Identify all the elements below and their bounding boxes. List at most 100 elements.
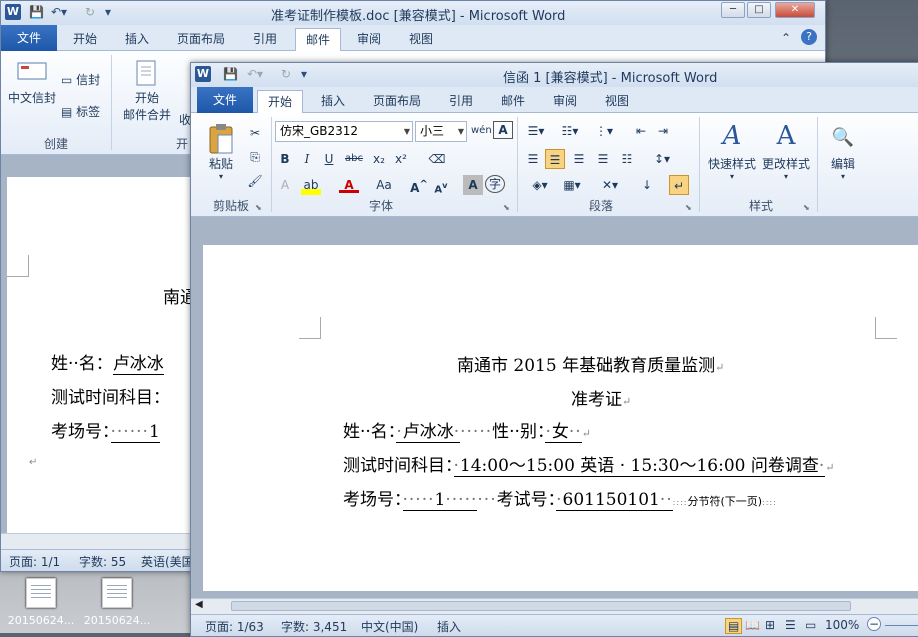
zoom-slider[interactable] (885, 625, 918, 626)
strikethrough-icon[interactable]: abc (341, 149, 367, 169)
borders-icon[interactable]: ▦▾ (559, 175, 585, 195)
web-layout-view-icon[interactable]: ⊞ (765, 618, 775, 632)
cut-icon[interactable]: ✂ (245, 123, 265, 143)
distributed-icon[interactable]: ☷ (617, 149, 637, 169)
dialog-launcher-icon[interactable]: ⬊ (685, 203, 692, 212)
shading-icon[interactable]: ◈▾ (527, 175, 553, 195)
tab-mailings[interactable]: 邮件 (491, 90, 535, 113)
decrease-indent-icon[interactable]: ⇤ (631, 121, 651, 141)
align-right-icon[interactable]: ☰ (569, 149, 589, 169)
dialog-launcher-icon[interactable]: ⬊ (255, 203, 262, 212)
close-button[interactable]: ✕ (775, 2, 815, 18)
dialog-launcher-icon[interactable]: ⬊ (503, 203, 510, 212)
scroll-left-icon[interactable]: ◀ (195, 599, 203, 610)
tab-review[interactable]: 审阅 (347, 28, 391, 51)
language-indicator[interactable]: 中文(中国) (361, 618, 418, 635)
full-screen-view-icon[interactable]: 📖 (745, 618, 760, 632)
tab-review[interactable]: 审阅 (543, 90, 587, 113)
show-hide-marks-icon[interactable]: ↵ (669, 175, 689, 195)
chinese-layout-icon[interactable]: ✕▾ (597, 175, 623, 195)
character-border-icon[interactable]: A (493, 121, 513, 139)
undo-icon[interactable]: ↶▾ (247, 67, 263, 81)
subscript-icon[interactable]: x₂ (369, 149, 389, 169)
increase-indent-icon[interactable]: ⇥ (653, 121, 673, 141)
redo-icon[interactable]: ↻ (85, 5, 95, 19)
tab-home[interactable]: 开始 (257, 90, 304, 114)
font-name-select[interactable]: 仿宋_GB2312 ▼ (275, 121, 413, 142)
align-center-icon[interactable]: ☰ (545, 149, 565, 169)
justify-icon[interactable]: ☰ (593, 149, 613, 169)
underline-icon[interactable]: U (319, 149, 339, 169)
numbering-icon[interactable]: ☷▾ (557, 121, 583, 141)
line-spacing-icon[interactable]: ↕▾ (649, 149, 675, 169)
word-count[interactable]: 字数: 3,451 (281, 618, 347, 635)
front-horizontal-scrollbar[interactable]: ◀ (191, 598, 918, 614)
redo-icon[interactable]: ↻ (281, 67, 291, 81)
maximize-button[interactable]: □ (747, 2, 771, 18)
change-styles-button[interactable]: A 更改样式 ▾ (759, 121, 813, 181)
page-count[interactable]: 页面: 1/1 (9, 553, 60, 570)
draft-view-icon[interactable]: ▭ (805, 618, 816, 632)
editing-button[interactable]: 🔍 编辑 ▾ (823, 121, 863, 181)
envelope-button[interactable]: ▭ 信封 (61, 71, 100, 88)
zoom-level[interactable]: 100% (825, 618, 859, 632)
tab-page-layout[interactable]: 页面布局 (363, 90, 431, 113)
word-count[interactable]: 字数: 55 (79, 553, 126, 570)
collapse-ribbon-icon[interactable]: ⌃ (781, 31, 791, 45)
character-shading-icon[interactable]: A (463, 175, 483, 195)
save-icon[interactable]: 💾 (223, 67, 238, 81)
shrink-font-icon[interactable]: Av (431, 175, 451, 195)
superscript-icon[interactable]: x² (391, 149, 411, 169)
page-count[interactable]: 页面: 1/63 (205, 618, 264, 635)
tab-insert[interactable]: 插入 (115, 28, 159, 51)
font-size-select[interactable]: 小三 ▼ (415, 121, 467, 142)
tab-view[interactable]: 视图 (399, 28, 443, 51)
customize-qat-icon[interactable]: ▾ (105, 5, 111, 19)
format-painter-icon[interactable]: 🖌 (245, 171, 265, 191)
insert-mode[interactable]: 插入 (437, 618, 461, 635)
clear-formatting-icon[interactable]: ⌫ (427, 149, 447, 169)
phonetic-guide-icon[interactable]: wén (471, 121, 492, 141)
multilevel-list-icon[interactable]: ⋮▾ (591, 121, 617, 141)
change-case-icon[interactable]: Aa (371, 175, 397, 195)
enclose-characters-icon[interactable]: 字 (485, 175, 505, 193)
font-color-icon[interactable]: A (339, 175, 359, 193)
desktop-icon-file-1[interactable]: 20150624... (6, 578, 76, 633)
help-icon[interactable]: ? (801, 29, 817, 45)
highlight-icon[interactable]: ab (301, 175, 321, 195)
tab-page-layout[interactable]: 页面布局 (167, 28, 235, 51)
chinese-envelope-button[interactable]: 中文信封 (7, 61, 57, 106)
italic-icon[interactable]: I (297, 149, 317, 169)
label-button[interactable]: ▤ 标签 (61, 103, 100, 120)
tab-file[interactable]: 文件 (197, 87, 254, 113)
grow-font-icon[interactable]: A^ (409, 175, 429, 195)
outline-view-icon[interactable]: ☰ (785, 618, 796, 632)
front-ribbon-tabs: 文件 开始 插入 页面布局 引用 邮件 审阅 视图 (191, 87, 918, 114)
tab-home[interactable]: 开始 (63, 28, 107, 51)
tab-mailings[interactable]: 邮件 (295, 28, 342, 52)
text-effects-icon[interactable]: A (275, 175, 295, 195)
tab-view[interactable]: 视图 (595, 90, 639, 113)
language-indicator[interactable]: 英语(美国 (141, 553, 194, 570)
bold-icon[interactable]: B (275, 149, 295, 169)
tab-insert[interactable]: 插入 (311, 90, 355, 113)
copy-icon[interactable]: ⎘ (245, 147, 265, 167)
align-left-icon[interactable]: ☰ (523, 149, 543, 169)
scrollbar-thumb[interactable] (231, 601, 851, 611)
dialog-launcher-icon[interactable]: ⬊ (803, 203, 810, 212)
customize-qat-icon[interactable]: ▾ (301, 67, 307, 81)
start-mail-merge-button[interactable]: 开始 邮件合并 (117, 59, 177, 123)
save-icon[interactable]: 💾 (29, 5, 44, 19)
undo-icon[interactable]: ↶▾ (51, 5, 67, 19)
zoom-out-icon[interactable]: − (867, 617, 881, 631)
print-layout-view-icon[interactable]: ▤ (725, 618, 743, 634)
desktop-icon-file-2[interactable]: 20150624... (82, 578, 152, 633)
quick-styles-button[interactable]: A 快速样式 ▾ (705, 121, 759, 181)
tab-references[interactable]: 引用 (439, 90, 483, 113)
minimize-button[interactable]: ─ (721, 2, 745, 18)
paste-button[interactable]: 粘贴 ▾ (201, 123, 241, 181)
sort-icon[interactable]: ↓ (637, 175, 657, 195)
bullets-icon[interactable]: ☰▾ (523, 121, 549, 141)
tab-references[interactable]: 引用 (243, 28, 287, 51)
tab-file[interactable]: 文件 (1, 25, 58, 51)
